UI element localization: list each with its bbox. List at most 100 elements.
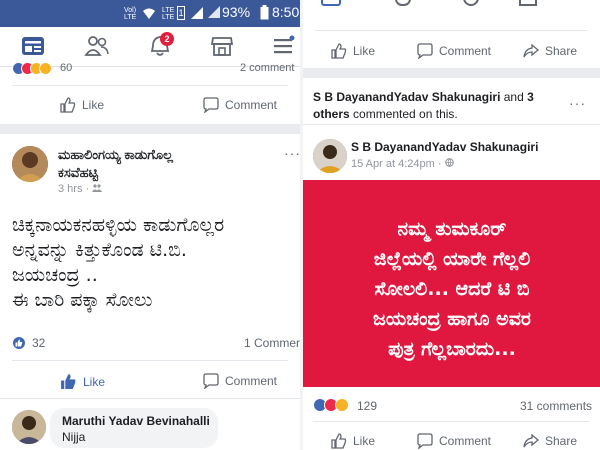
battery-icon bbox=[260, 5, 269, 23]
comment-button[interactable]: Comment bbox=[417, 433, 491, 449]
comments-count[interactable]: 31 comments bbox=[520, 399, 592, 413]
activity-others-link[interactable]: others bbox=[313, 107, 350, 121]
status-bar: Vol) LTE LTE LTE 1 93% 8:50 a bbox=[0, 0, 300, 27]
comments-count[interactable]: 1 Commer bbox=[244, 336, 300, 350]
comments-count[interactable]: 2 comment bbox=[240, 62, 294, 74]
divider bbox=[313, 421, 589, 422]
signal-icon bbox=[190, 6, 204, 23]
comment-button[interactable]: Comment bbox=[417, 43, 491, 59]
post-options-icon[interactable]: ··· bbox=[284, 145, 300, 161]
divider bbox=[12, 85, 288, 86]
comment-label: Comment bbox=[225, 374, 278, 388]
notifications-bell-icon[interactable] bbox=[463, 0, 479, 6]
comment-text: Nijja bbox=[62, 430, 86, 444]
battery-percent: 93% bbox=[222, 4, 251, 20]
comment-icon bbox=[203, 97, 219, 113]
left-feed-column: Vol) LTE LTE LTE 1 93% 8:50 a bbox=[0, 0, 300, 450]
reaction-icons bbox=[12, 62, 52, 75]
post-author[interactable]: S B DayanandYadav Shakunagiri bbox=[351, 140, 538, 154]
news-feed-icon[interactable] bbox=[321, 0, 341, 6]
public-globe-icon bbox=[444, 158, 454, 170]
divider bbox=[12, 360, 288, 361]
reaction-icons[interactable] bbox=[313, 398, 357, 412]
like-label: Like bbox=[353, 44, 376, 58]
notification-badge: 2 bbox=[160, 32, 174, 46]
top-nav-bar: 2 bbox=[0, 27, 300, 67]
post-time[interactable]: 3 hrs · bbox=[58, 183, 103, 195]
post-time-text: 3 hrs · bbox=[58, 183, 90, 195]
activity-actor-link[interactable]: S B DayanandYadav Shakunagiri bbox=[313, 90, 500, 104]
activity-suffix: commented on this. bbox=[349, 107, 458, 121]
card-text-line: ನಮ್ಮ ತುಮಕೂರ್ bbox=[397, 218, 507, 240]
divider bbox=[315, 30, 587, 31]
comment-icon bbox=[417, 43, 433, 59]
comment-label: Comment bbox=[439, 44, 492, 58]
thumbs-up-icon bbox=[331, 433, 347, 449]
friends-icon[interactable] bbox=[84, 35, 109, 57]
friends-audience-icon bbox=[92, 183, 103, 195]
comment-button[interactable]: Comment bbox=[203, 373, 277, 389]
activity-story: S B DayanandYadav Shakunagiri and 3 othe… bbox=[313, 89, 563, 123]
like-button[interactable]: Like bbox=[60, 373, 105, 390]
haha-reaction-icon bbox=[39, 62, 52, 75]
volte-indicator: Vol) LTE bbox=[124, 7, 137, 21]
screenshot-root: Vol) LTE LTE LTE 1 93% 8:50 a bbox=[0, 0, 600, 450]
post-separator bbox=[303, 68, 600, 78]
post-text-line: ಜಯಚಂದ್ರ .. bbox=[12, 264, 98, 286]
thumbs-up-icon bbox=[60, 97, 76, 113]
like-label: Like bbox=[83, 374, 106, 389]
sim-icon: 1 bbox=[177, 6, 185, 20]
commenter-avatar[interactable] bbox=[12, 410, 46, 444]
top-icon-row bbox=[321, 0, 581, 8]
post-text-line: ಚಿಕ್ಕನಾಯಕನಹಳ್ಳಿಯ ಕಾಡುಗೊಲ್ಲರ bbox=[12, 214, 225, 236]
share-button[interactable]: Share bbox=[523, 433, 577, 449]
comment-label: Comment bbox=[439, 434, 492, 448]
right-feed-column: Like Comment Share S B DayanandYadav Sha… bbox=[303, 0, 600, 450]
comment-button[interactable]: Comment bbox=[203, 97, 277, 113]
reactions-count[interactable]: 129 bbox=[357, 399, 377, 413]
marketplace-icon[interactable] bbox=[519, 0, 537, 6]
comment-label: Comment bbox=[225, 98, 278, 112]
story-options-icon[interactable]: ··· bbox=[569, 95, 586, 111]
comment-author[interactable]: Maruthi Yadav Bevinahalli bbox=[62, 414, 210, 428]
colored-text-card[interactable]: ನಮ್ಮ ತುಮಕೂರ್ ಜಿಲ್ಲೆಯಲ್ಲಿ ಯಾರೇ ಗೆಲ್ಲಲಿ ಸೋ… bbox=[303, 180, 600, 387]
lte-indicator: LTE LTE bbox=[162, 7, 175, 21]
post-author-line1[interactable]: ಮಹಾಲಿಂಗಯ್ಯ ಕಾಡುಗೊಲ್ಲ bbox=[58, 147, 173, 163]
like-button[interactable]: Like bbox=[331, 43, 375, 59]
post-text-line: ಅನ್ನವನ್ನು ಕಿತ್ತುಕೊಂಡ ಟಿ.ಬಿ. bbox=[12, 239, 187, 261]
like-button[interactable]: Like bbox=[60, 97, 104, 113]
post-time[interactable]: 15 Apr at 4:24pm · bbox=[351, 158, 454, 170]
wifi-icon bbox=[142, 6, 156, 23]
friends-icon[interactable] bbox=[395, 0, 411, 6]
divider bbox=[0, 398, 300, 399]
author-avatar[interactable] bbox=[313, 139, 347, 173]
thumbs-up-filled-icon bbox=[61, 374, 76, 389]
activity-and: and bbox=[500, 90, 528, 104]
author-avatar[interactable] bbox=[12, 146, 48, 182]
card-text-line: ಸೋಲಲಿ... ಆದರೆ ಟಿ ಬಿ bbox=[374, 278, 530, 300]
menu-icon[interactable] bbox=[272, 35, 296, 57]
reactions-count[interactable]: 60 bbox=[60, 62, 72, 74]
post-author-line2[interactable]: ಕಸವೆಹಟ್ಟಿ bbox=[58, 165, 98, 181]
like-label: Like bbox=[353, 434, 376, 448]
post-time-text: 15 Apr at 4:24pm · bbox=[351, 158, 442, 170]
likes-count[interactable]: 32 bbox=[32, 336, 45, 350]
post-text: ಚಿಕ್ಕನಾಯಕನಹಳ್ಳಿಯ ಕಾಡುಗೊಲ್ಲರ ಅನ್ನವನ್ನು ಕಿ… bbox=[12, 213, 300, 313]
activity-others-count[interactable]: 3 bbox=[527, 90, 534, 104]
thumbs-up-icon bbox=[331, 43, 347, 59]
marketplace-icon[interactable] bbox=[210, 35, 234, 57]
like-button[interactable]: Like bbox=[331, 433, 375, 449]
signal-icon-2 bbox=[207, 5, 221, 22]
post-text-line: ಈ ಬಾರಿ ಪಕ್ಕಾ ಸೋಲು bbox=[12, 289, 153, 311]
card-text-line: ಜಿಲ್ಲೆಯಲ್ಲಿ ಯಾರೇ ಗೆಲ್ಲಲಿ bbox=[373, 248, 531, 270]
card-text-line: ಜಯಚಂದ್ರ ಹಾಗೂ ಅವರ bbox=[373, 308, 531, 330]
card-text: ನಮ್ಮ ತುಮಕೂರ್ ಜಿಲ್ಲೆಯಲ್ಲಿ ಯಾರೇ ಗೆಲ್ಲಲಿ ಸೋ… bbox=[317, 214, 587, 364]
haha-reaction-icon bbox=[335, 398, 349, 412]
share-button[interactable]: Share bbox=[523, 43, 577, 59]
share-arrow-icon bbox=[523, 433, 539, 448]
comment-icon bbox=[417, 433, 433, 449]
comment-bubble[interactable]: Maruthi Yadav Bevinahalli Nijja bbox=[50, 408, 218, 448]
news-feed-icon[interactable] bbox=[21, 35, 45, 57]
like-label: Like bbox=[82, 98, 105, 112]
share-label: Share bbox=[545, 44, 578, 58]
